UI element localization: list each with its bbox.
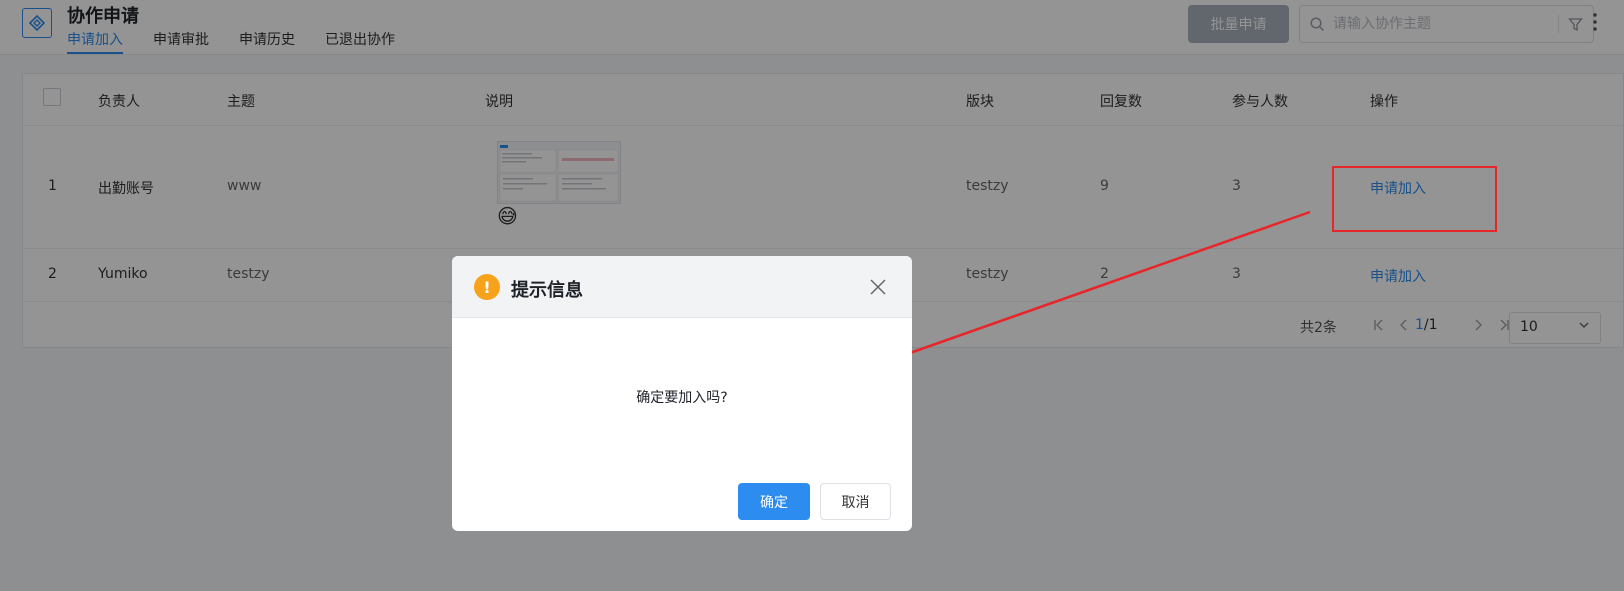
confirm-dialog: ! 提示信息 确定要加入吗? 确定 取消 [452,256,912,531]
dialog-title: 提示信息 [511,280,583,301]
dialog-message: 确定要加入吗? [636,390,728,406]
close-icon[interactable] [870,279,886,299]
cancel-button[interactable]: 取消 [820,483,891,520]
dialog-header: ! 提示信息 [452,256,912,318]
confirm-button[interactable]: 确定 [738,483,810,520]
warning-icon: ! [474,274,500,300]
